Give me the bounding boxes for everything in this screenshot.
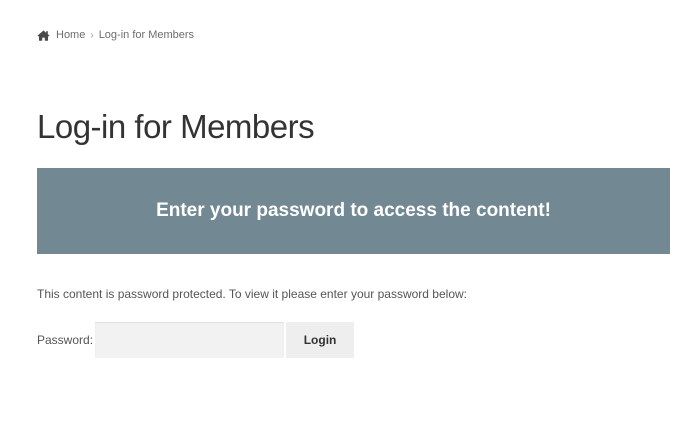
password-input[interactable] (95, 322, 285, 358)
breadcrumb: Home › Log-in for Members (37, 27, 194, 43)
login-button[interactable]: Login (286, 322, 355, 358)
breadcrumb-current: Log-in for Members (98, 29, 195, 41)
banner-text: Enter your password to access the conten… (156, 200, 551, 221)
page-title: Log-in for Members (37, 108, 315, 145)
home-icon[interactable] (37, 30, 50, 41)
password-banner: Enter your password to access the conten… (37, 168, 670, 254)
breadcrumb-home-link[interactable]: Home (56, 29, 85, 41)
password-label: Password: (37, 333, 94, 347)
password-form: Password: Login (37, 322, 355, 358)
breadcrumb-separator: › (90, 29, 94, 41)
password-notice: This content is password protected. To v… (37, 287, 467, 301)
